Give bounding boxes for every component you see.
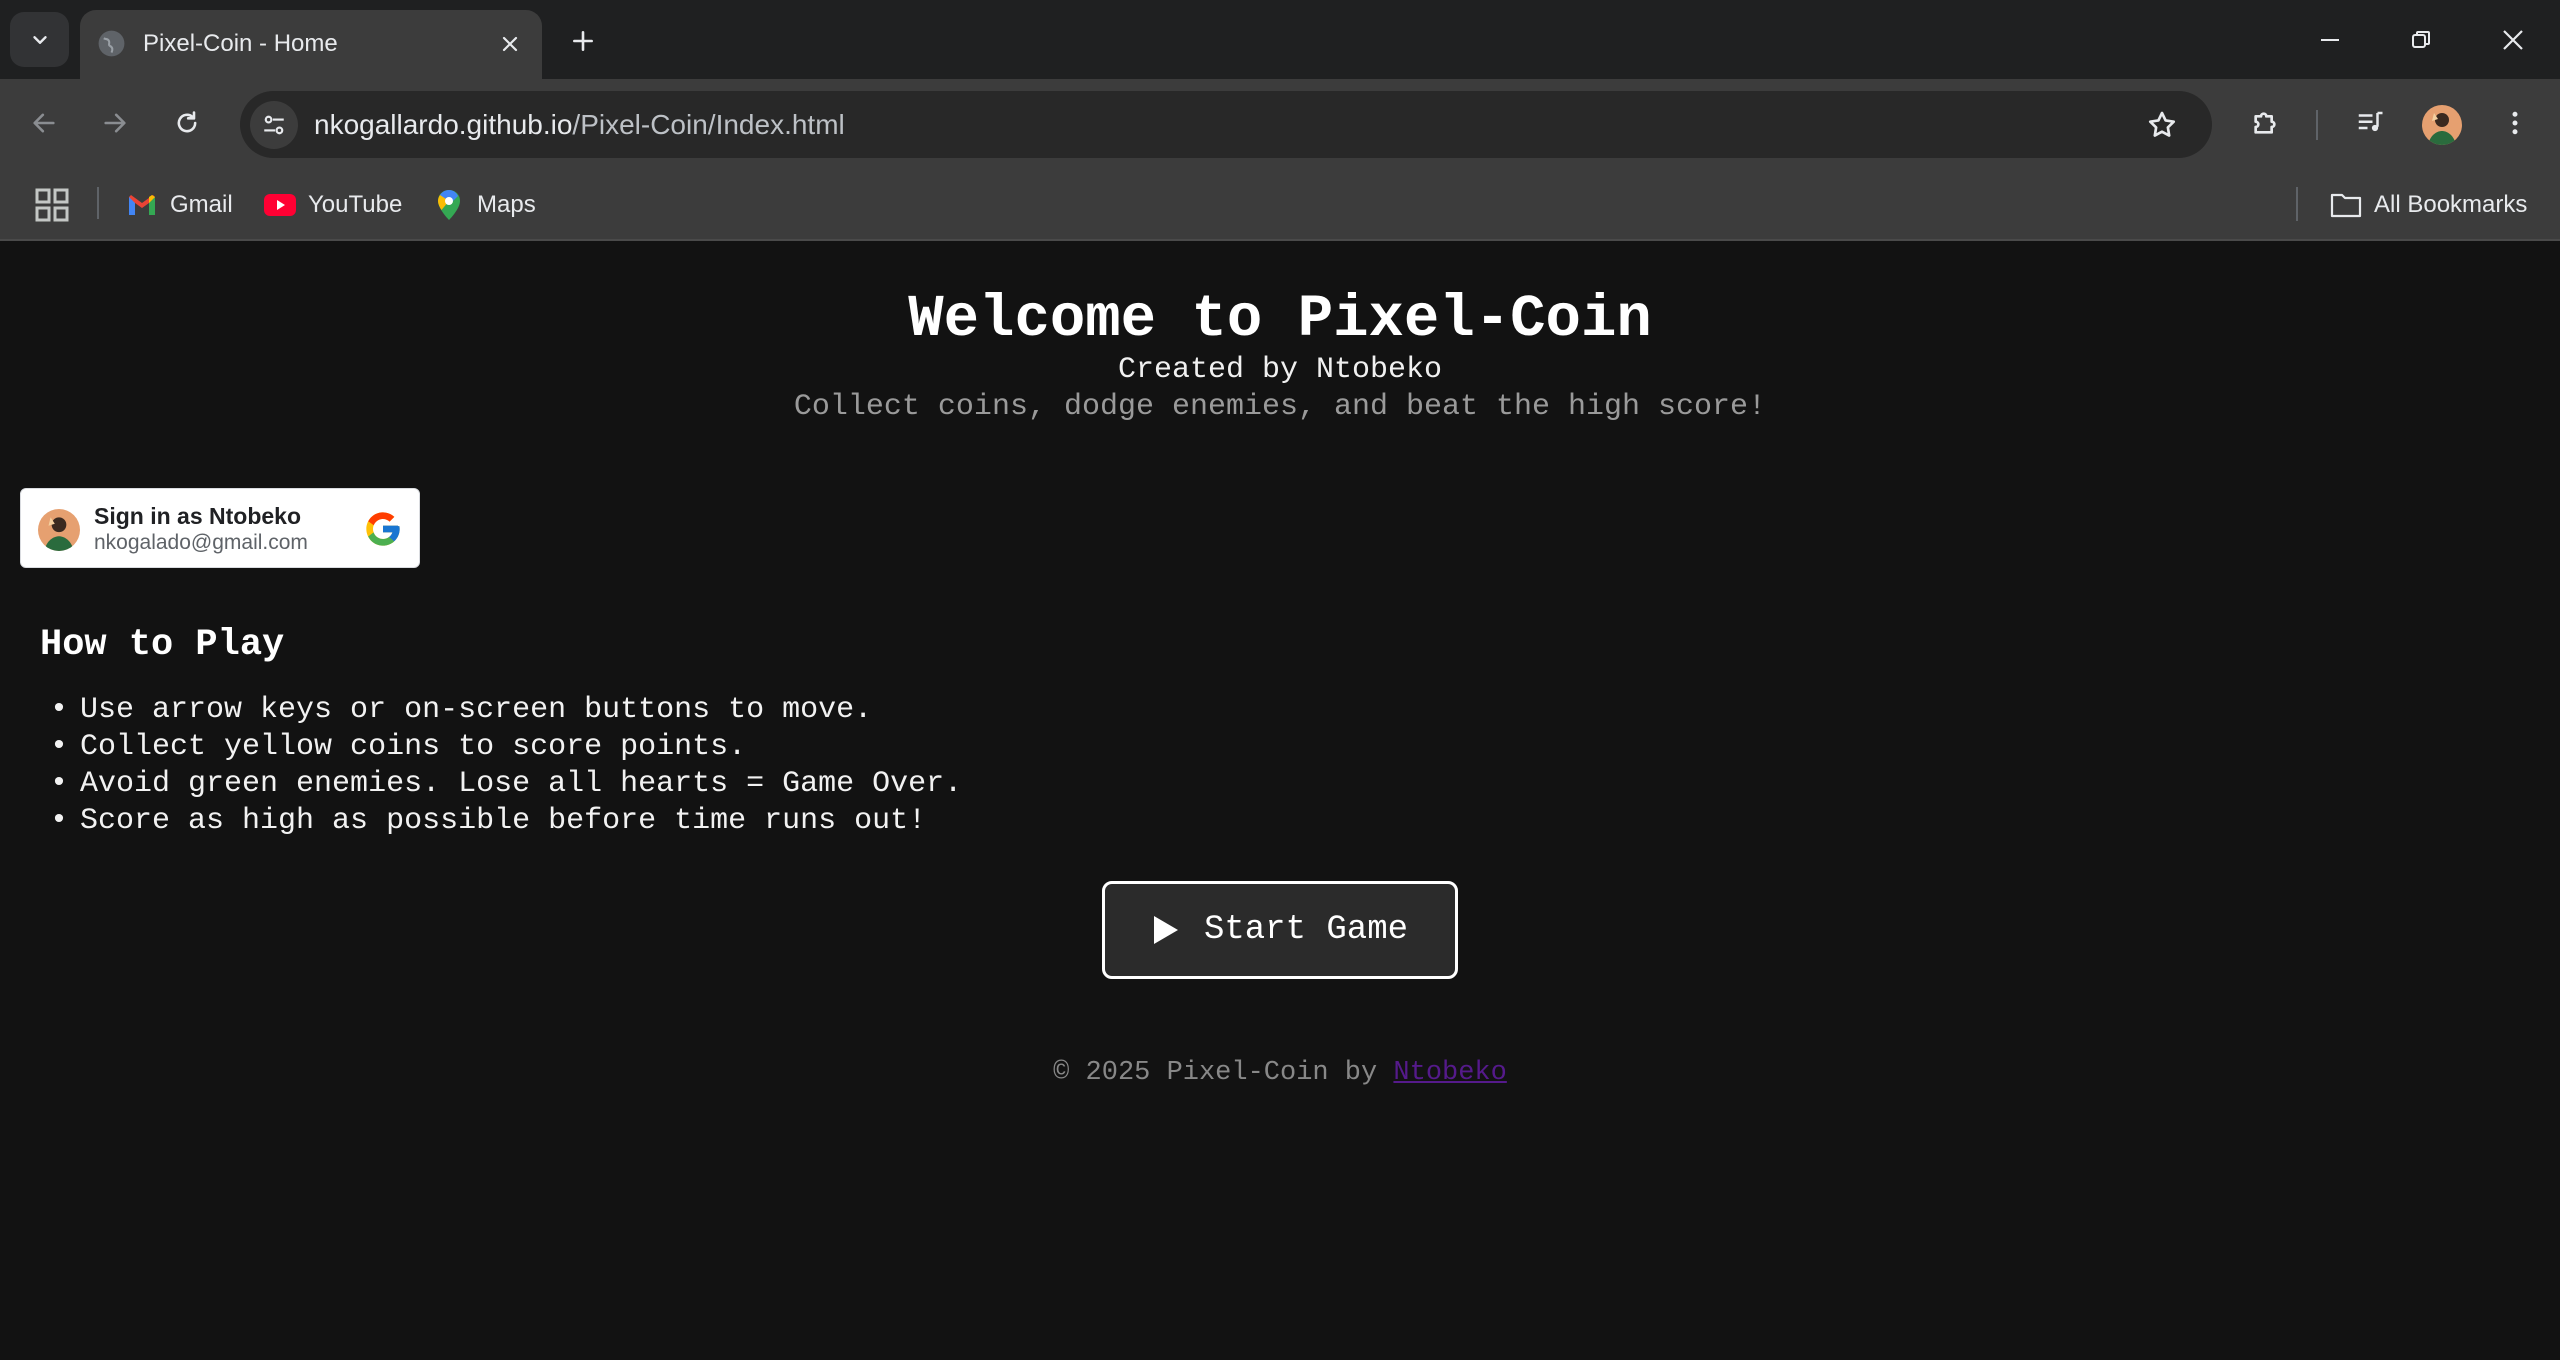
more-vertical-icon (2512, 111, 2518, 135)
list-item: Collect yellow coins to score points. (50, 729, 962, 766)
list-item: Score as high as possible before time ru… (50, 803, 962, 840)
url-text[interactable]: nkogallardo.github.io/Pixel-Coin/Index.h… (314, 108, 845, 141)
apps-grid-icon[interactable] (34, 187, 70, 223)
toolbar-divider (2316, 110, 2318, 140)
star-icon (2148, 111, 2176, 137)
google-logo-icon (366, 512, 400, 546)
minimize-button[interactable] (2307, 17, 2353, 63)
window-close-button[interactable] (2490, 17, 2536, 63)
bookmark-label: YouTube (308, 191, 403, 218)
signin-email: nkogalado@gmail.com (94, 531, 308, 554)
browser-toolbar: nkogallardo.github.io/Pixel-Coin/Index.h… (0, 79, 2560, 171)
bookmark-gmail[interactable]: Gmail (126, 185, 233, 225)
signin-name: Sign in as Ntobeko (94, 503, 302, 529)
bookmark-label: Maps (477, 191, 536, 218)
all-bookmarks-label: All Bookmarks (2374, 191, 2528, 218)
folder-icon (2330, 189, 2362, 221)
list-item: Use arrow keys or on-screen buttons to m… (50, 692, 962, 729)
bookmark-youtube[interactable]: YouTube (264, 185, 402, 225)
google-signin-button[interactable]: Sign in as Ntobeko nkogalado@gmail.com (20, 488, 420, 568)
close-icon (2503, 30, 2523, 50)
bookmarks-bar: Gmail YouTube Maps All Bookmarks (0, 171, 2560, 241)
globe-icon (98, 30, 125, 57)
page-subtitle: Created by Ntobeko (1117, 353, 1443, 387)
bookmark-star-button[interactable] (2142, 105, 2182, 145)
reload-button[interactable] (164, 100, 210, 146)
minimize-icon (2321, 39, 2339, 41)
bookmark-maps[interactable]: Maps (433, 185, 536, 225)
start-game-label: Start Game (1203, 911, 1409, 949)
reload-icon (177, 111, 197, 133)
how-to-play-list: Use arrow keys or on-screen buttons to m… (50, 692, 962, 840)
avatar (38, 509, 80, 551)
tab-title: Pixel-Coin - Home (143, 30, 338, 57)
close-icon (502, 36, 517, 51)
restore-button[interactable] (2398, 17, 2444, 63)
tab-search-button[interactable] (10, 12, 69, 67)
url-path: /Pixel-Coin/Index.html (572, 109, 845, 140)
tune-icon (264, 115, 284, 135)
puzzle-icon (2254, 112, 2276, 134)
plus-icon (573, 31, 593, 51)
arrow-left-icon (33, 113, 55, 133)
bookmarks-divider (2296, 187, 2298, 221)
all-bookmarks-button[interactable]: All Bookmarks (2330, 185, 2527, 225)
bookmark-label: Gmail (170, 191, 233, 218)
arrow-right-icon (104, 113, 126, 133)
browser-menu-button[interactable] (2492, 100, 2538, 146)
footer-copyright: © 2025 Pixel-Coin by (1053, 1058, 1394, 1088)
tab-active[interactable]: Pixel-Coin - Home (80, 10, 542, 79)
page-title: Welcome to Pixel-Coin (908, 286, 1652, 353)
extensions-button[interactable] (2242, 100, 2288, 146)
gmail-icon (126, 189, 158, 221)
play-icon (1153, 916, 1178, 944)
restore-icon (2412, 31, 2430, 48)
site-info-button[interactable] (250, 101, 298, 149)
list-item: Avoid green enemies. Lose all hearts = G… (50, 766, 962, 803)
page-content: Welcome to Pixel-Coin Created by Ntobeko… (0, 241, 2560, 1360)
how-to-play-heading: How to Play (40, 624, 285, 666)
new-tab-button[interactable] (563, 21, 603, 61)
tab-strip: Pixel-Coin - Home (0, 0, 2560, 79)
url-host: nkogallardo.github.io (314, 109, 573, 140)
tab-close-button[interactable] (493, 27, 526, 60)
youtube-icon (264, 189, 296, 221)
avatar-icon (2422, 105, 2462, 145)
page-tagline: Collect coins, dodge enemies, and beat t… (793, 390, 1767, 424)
back-button[interactable] (21, 100, 67, 146)
playlist-music-icon (2358, 111, 2383, 132)
address-bar[interactable]: nkogallardo.github.io/Pixel-Coin/Index.h… (240, 91, 2212, 158)
footer: © 2025 Pixel-Coin by Ntobeko (0, 1056, 2560, 1090)
maps-icon (433, 189, 465, 221)
profile-avatar[interactable] (2422, 105, 2462, 145)
author-link[interactable]: Ntobeko (1393, 1058, 1506, 1088)
forward-button[interactable] (92, 100, 138, 146)
bookmarks-divider (97, 187, 99, 219)
media-controls-button[interactable] (2347, 100, 2393, 146)
chevron-down-icon (32, 35, 47, 44)
start-game-button[interactable]: Start Game (1102, 881, 1458, 979)
